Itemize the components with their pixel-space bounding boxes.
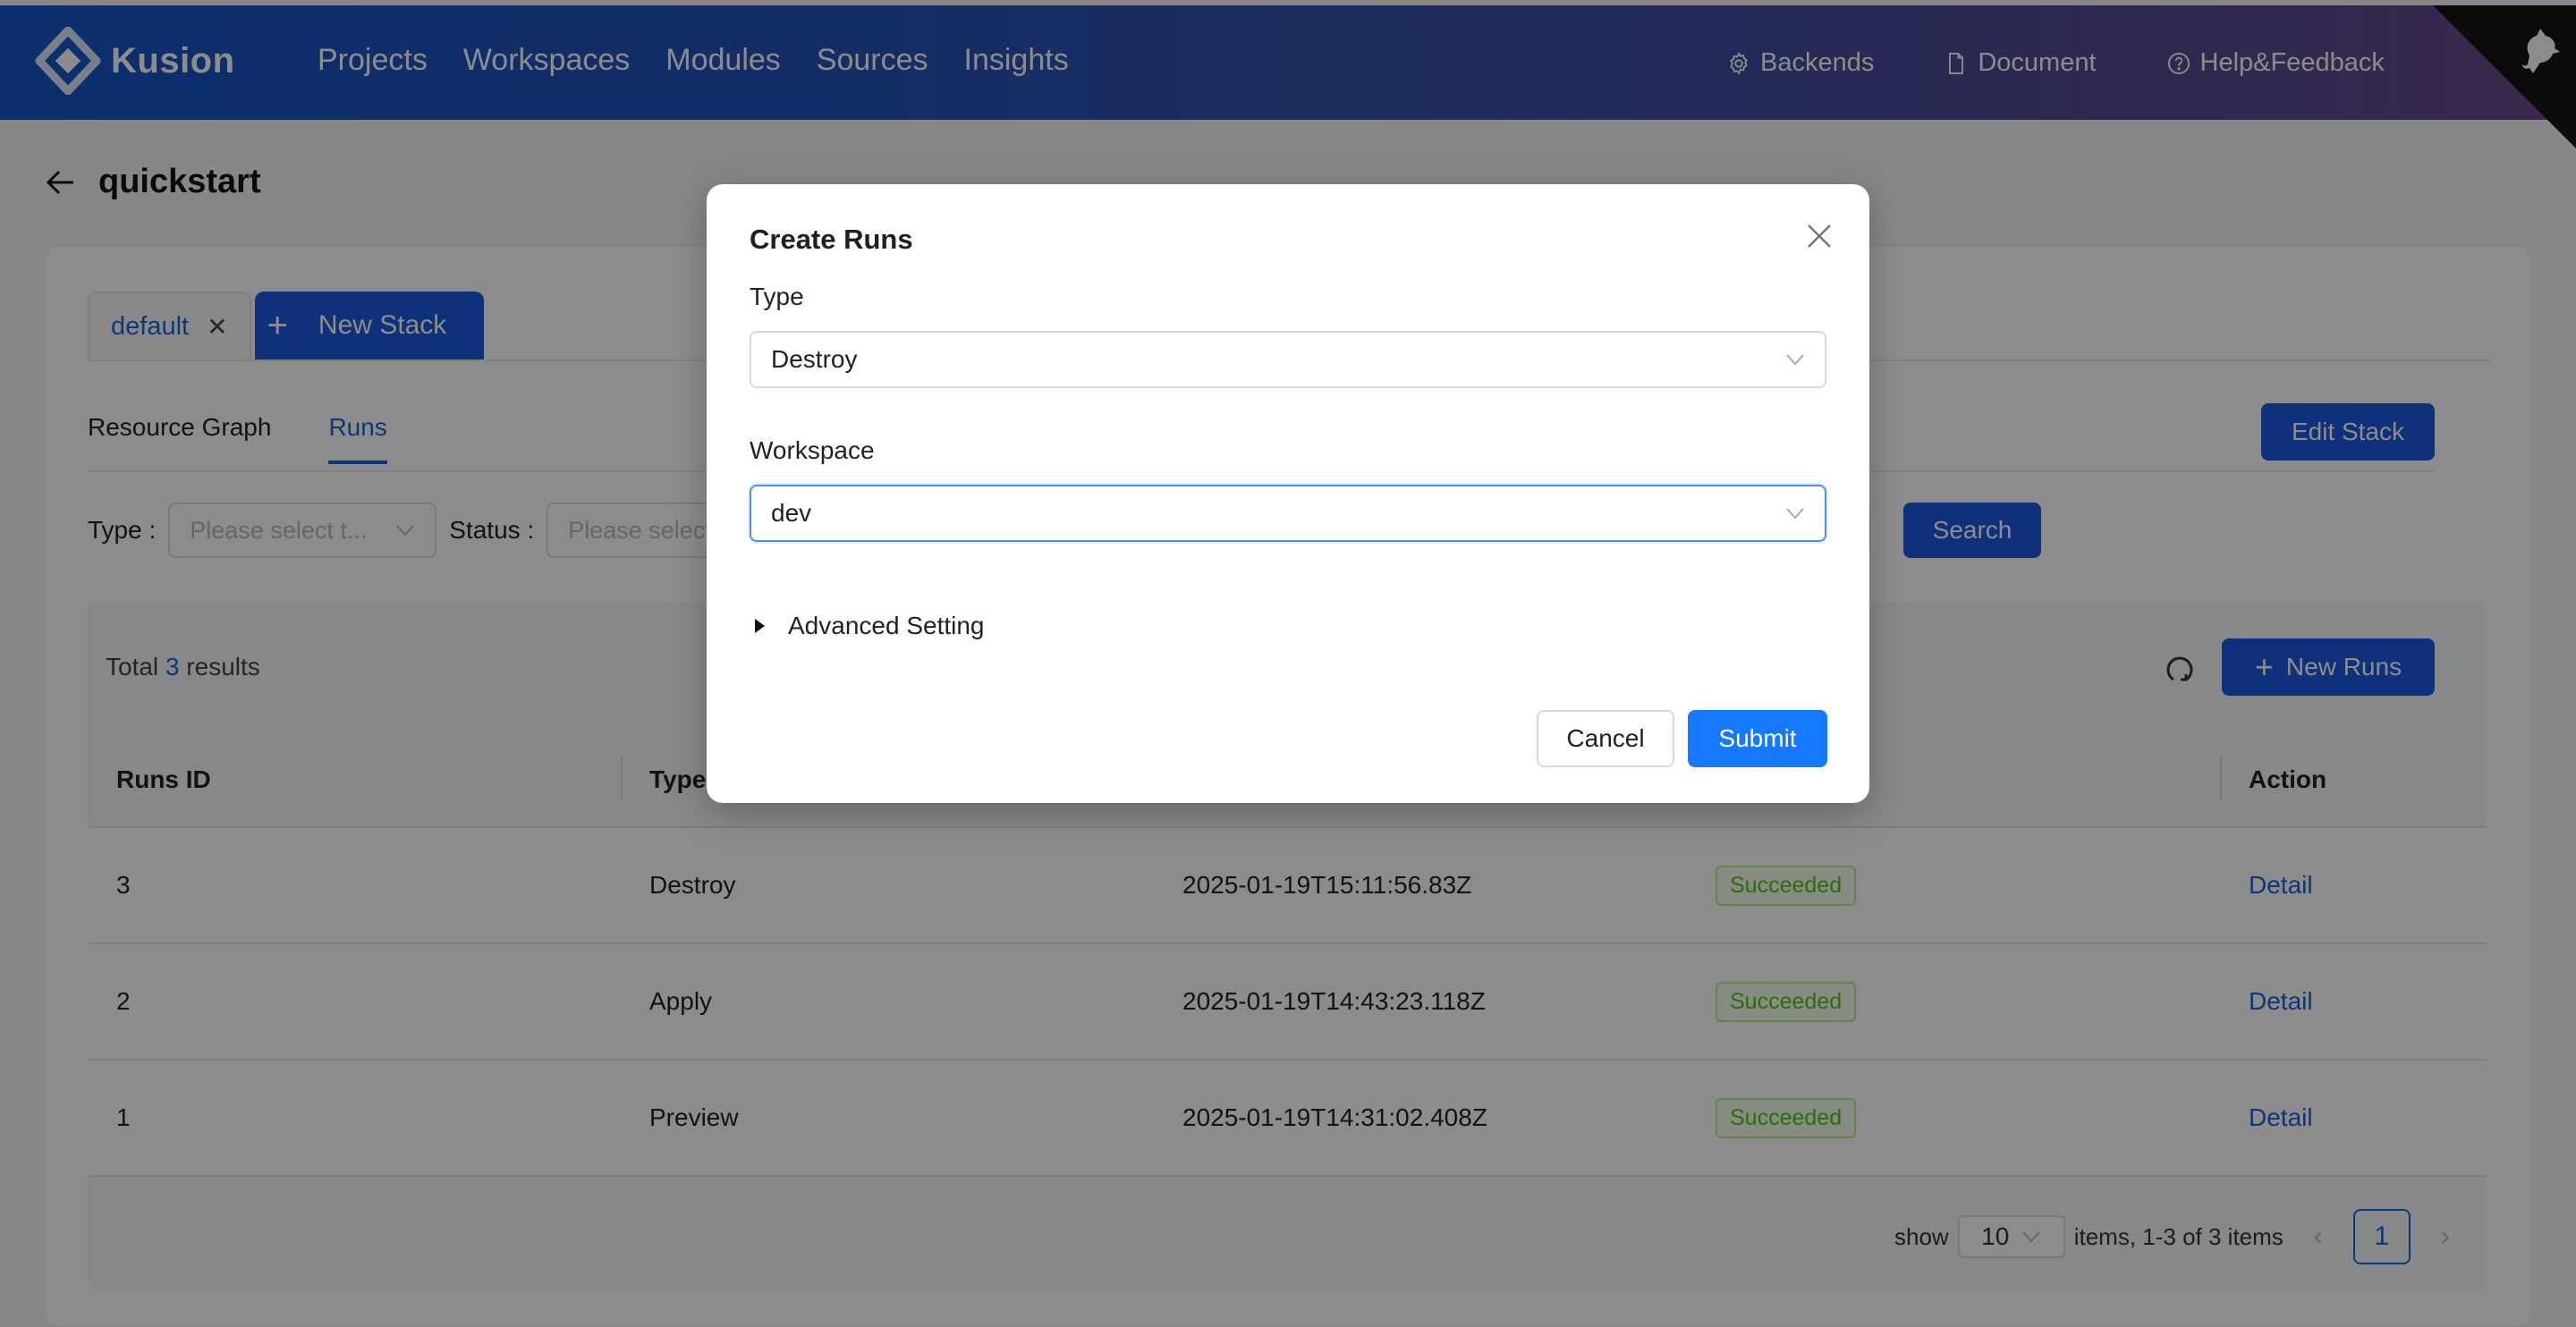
type-field-label: Type [750,283,804,310]
submit-button[interactable]: Submit [1688,710,1827,767]
cancel-button[interactable]: Cancel [1537,710,1674,767]
chevron-down-icon [1786,508,1804,520]
type-select-value: Destroy [771,345,858,373]
workspace-field-label: Workspace [750,436,875,464]
advanced-setting-label: Advanced Setting [788,612,985,639]
workspace-select[interactable]: dev [750,485,1826,542]
chevron-down-icon [1786,354,1804,366]
advanced-setting-toggle[interactable]: Advanced Setting [750,612,985,640]
workspace-select-value: dev [771,499,812,527]
type-select[interactable]: Destroy [750,331,1826,388]
close-icon[interactable] [1803,220,1835,252]
create-runs-modal: Create Runs Type Destroy Workspace dev A… [707,184,1869,803]
caret-right-icon [755,619,765,633]
modal-title: Create Runs [750,224,913,255]
